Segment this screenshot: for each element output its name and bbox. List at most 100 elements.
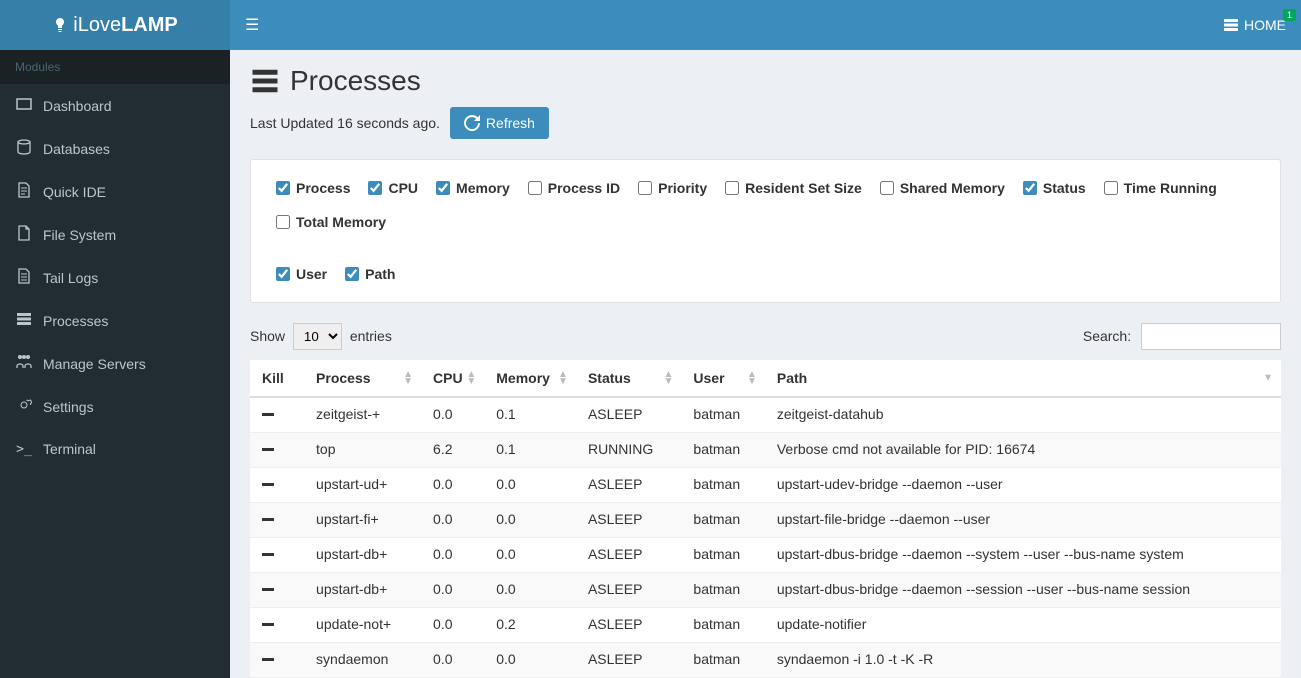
cell-process: upstart-ud+: [304, 468, 421, 503]
sidebar-icon: >_: [15, 440, 33, 457]
filter-checkbox[interactable]: [1023, 181, 1037, 195]
show-entries: Show 10 entries: [250, 323, 392, 350]
cell-memory: 0.1: [484, 397, 576, 433]
kill-button[interactable]: [262, 441, 274, 458]
sidebar-icon: [15, 225, 33, 244]
cell-memory: 0.0: [484, 573, 576, 608]
filter-memory[interactable]: Memory: [436, 180, 510, 196]
filter-checkbox[interactable]: [276, 181, 290, 195]
sidebar-item-manage-servers[interactable]: Manage Servers: [0, 342, 230, 385]
kill-button[interactable]: [262, 546, 274, 563]
sidebar-icon: [15, 397, 33, 416]
filter-label: Process ID: [548, 180, 620, 196]
sidebar-item-databases[interactable]: Databases: [0, 127, 230, 170]
brand-suffix: LAMP: [121, 14, 178, 37]
filter-label: Total Memory: [296, 214, 386, 230]
cell-path: update-notifier: [765, 608, 1281, 643]
column-header-cpu[interactable]: CPU▲▼: [421, 360, 484, 397]
kill-button[interactable]: [262, 651, 274, 668]
column-header-status[interactable]: Status▲▼: [576, 360, 681, 397]
filter-checkbox[interactable]: [436, 181, 450, 195]
entries-label: entries: [350, 328, 392, 344]
search-input[interactable]: [1141, 323, 1281, 350]
home-label: HOME: [1244, 17, 1286, 33]
column-label: Path: [777, 370, 807, 386]
cell-cpu: 0.0: [421, 468, 484, 503]
filter-checkbox[interactable]: [1104, 181, 1118, 195]
column-header-path[interactable]: Path▼: [765, 360, 1281, 397]
filter-checkbox[interactable]: [368, 181, 382, 195]
filter-priority[interactable]: Priority: [638, 180, 707, 196]
cell-status: ASLEEP: [576, 573, 681, 608]
filter-checkbox[interactable]: [345, 267, 359, 281]
cell-process: zeitgeist-+: [304, 397, 421, 433]
filter-resident-set-size[interactable]: Resident Set Size: [725, 180, 862, 196]
filter-checkbox[interactable]: [528, 181, 542, 195]
refresh-button[interactable]: Refresh: [450, 107, 549, 139]
cell-process: upstart-db+: [304, 538, 421, 573]
sidebar-item-processes[interactable]: Processes: [0, 299, 230, 342]
sidebar-item-quick-ide[interactable]: Quick IDE: [0, 170, 230, 213]
filter-status[interactable]: Status: [1023, 180, 1086, 196]
sidebar-item-label: File System: [43, 227, 116, 243]
page-header: Processes: [250, 65, 1281, 97]
kill-button[interactable]: [262, 581, 274, 598]
sidebar-item-tail-logs[interactable]: Tail Logs: [0, 256, 230, 299]
hamburger-icon[interactable]: ☰: [245, 15, 259, 35]
column-header-process[interactable]: Process▲▼: [304, 360, 421, 397]
column-label: User: [693, 370, 724, 386]
lightbulb-icon: [52, 17, 68, 33]
sidebar-item-terminal[interactable]: >_Terminal: [0, 428, 230, 469]
sidebar-item-dashboard[interactable]: Dashboard: [0, 84, 230, 127]
sidebar-item-settings[interactable]: Settings: [0, 385, 230, 428]
kill-button[interactable]: [262, 476, 274, 493]
sidebar: Modules DashboardDatabasesQuick IDE File …: [0, 50, 230, 678]
processes-table: KillProcess▲▼CPU▲▼Memory▲▼Status▲▼User▲▼…: [250, 360, 1281, 678]
page-size-select[interactable]: 10: [293, 323, 342, 350]
filter-checkbox[interactable]: [276, 215, 290, 229]
kill-button[interactable]: [262, 406, 274, 423]
filter-label: Memory: [456, 180, 510, 196]
cell-process: upstart-db+: [304, 573, 421, 608]
cell-cpu: 0.0: [421, 397, 484, 433]
main-content: Processes Last Updated 16 seconds ago. R…: [230, 50, 1301, 678]
filter-time-running[interactable]: Time Running: [1104, 180, 1217, 196]
cell-path: Verbose cmd not available for PID: 16674: [765, 433, 1281, 468]
cell-user: batman: [681, 503, 764, 538]
cell-cpu: 0.0: [421, 573, 484, 608]
table-row: upstart-fi+0.00.0ASLEEPbatmanupstart-fil…: [250, 503, 1281, 538]
cell-memory: 0.2: [484, 608, 576, 643]
filter-checkbox[interactable]: [880, 181, 894, 195]
cell-user: batman: [681, 608, 764, 643]
column-header-memory[interactable]: Memory▲▼: [484, 360, 576, 397]
kill-button[interactable]: [262, 511, 274, 528]
filter-user[interactable]: User: [276, 266, 327, 282]
table-row: upstart-db+0.00.0ASLEEPbatmanupstart-dbu…: [250, 538, 1281, 573]
filter-process-id[interactable]: Process ID: [528, 180, 620, 196]
filter-path[interactable]: Path: [345, 266, 395, 282]
brand-logo[interactable]: iLoveLAMP: [0, 0, 230, 50]
kill-button[interactable]: [262, 616, 274, 633]
filter-process[interactable]: Process: [276, 180, 350, 196]
column-header-kill[interactable]: Kill: [250, 360, 304, 397]
filter-checkbox[interactable]: [638, 181, 652, 195]
cell-path: zeitgeist-datahub: [765, 397, 1281, 433]
sidebar-item-file-system[interactable]: File System: [0, 213, 230, 256]
cell-cpu: 0.0: [421, 608, 484, 643]
table-row: top6.20.1RUNNINGbatmanVerbose cmd not av…: [250, 433, 1281, 468]
column-label: Status: [588, 370, 631, 386]
filter-checkbox[interactable]: [725, 181, 739, 195]
column-label: Process: [316, 370, 370, 386]
filter-shared-memory[interactable]: Shared Memory: [880, 180, 1005, 196]
cell-path: upstart-dbus-bridge --daemon --session -…: [765, 573, 1281, 608]
filter-cpu[interactable]: CPU: [368, 180, 418, 196]
cell-path: upstart-udev-bridge --daemon --user: [765, 468, 1281, 503]
filter-checkbox[interactable]: [276, 267, 290, 281]
filter-label: Path: [365, 266, 395, 282]
column-header-user[interactable]: User▲▼: [681, 360, 764, 397]
sidebar-header: Modules: [0, 50, 230, 84]
filter-total-memory[interactable]: Total Memory: [276, 214, 386, 230]
topbar: iLoveLAMP ☰ HOME 1: [0, 0, 1301, 50]
column-label: Memory: [496, 370, 550, 386]
home-link[interactable]: HOME 1: [1223, 17, 1286, 33]
